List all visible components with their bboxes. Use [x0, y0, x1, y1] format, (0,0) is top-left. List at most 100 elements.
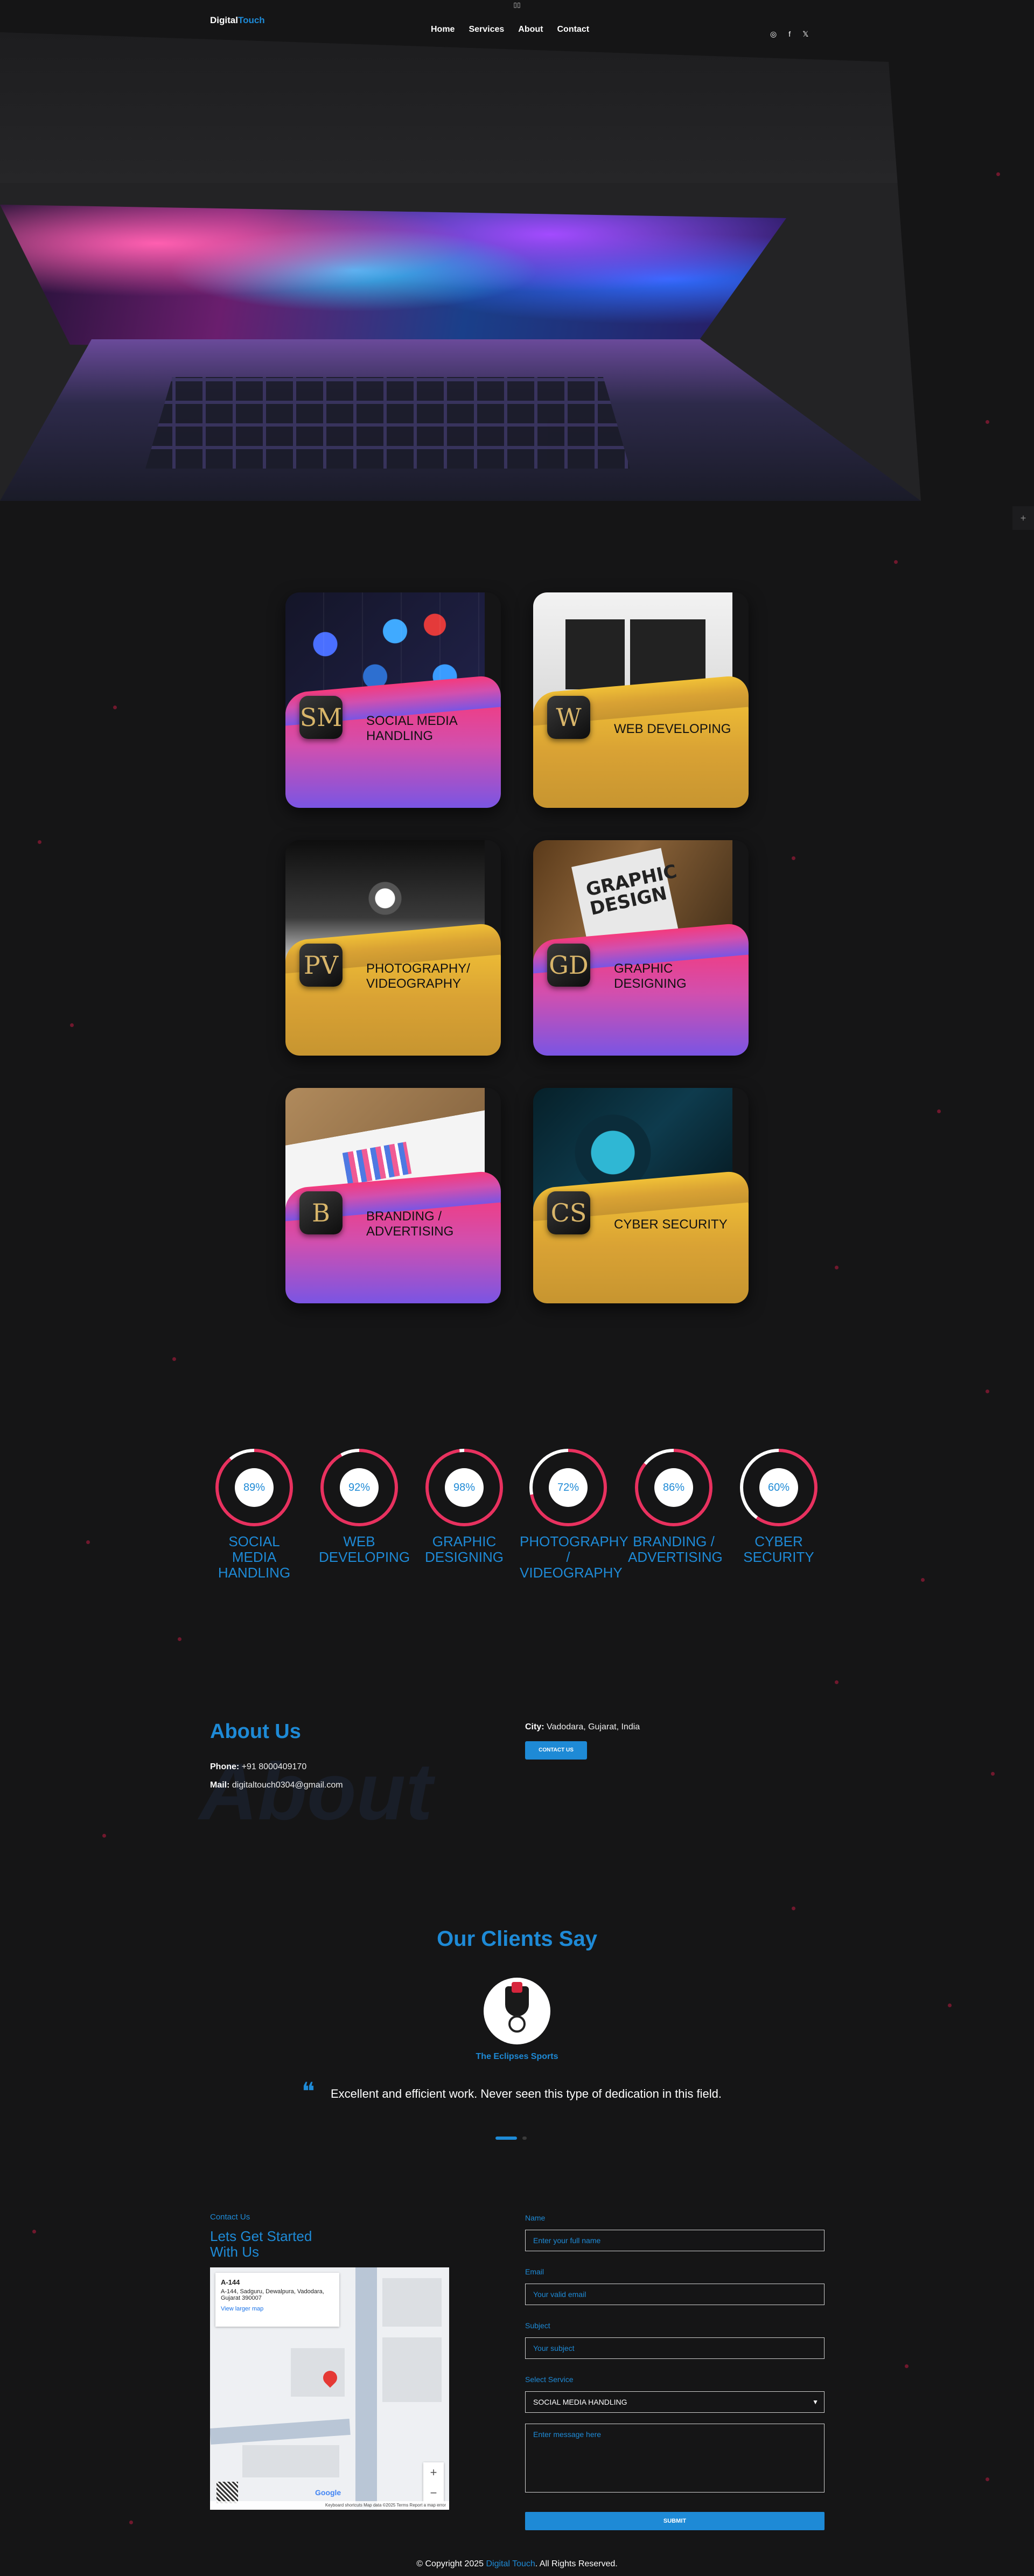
service-card-social-media[interactable]: SM SOCIAL MEDIA HANDLING [285, 592, 501, 808]
skill-percent: 86% [654, 1468, 693, 1507]
site-logo[interactable]: DigitalTouch [210, 15, 265, 26]
logo-main: Digital [210, 15, 238, 25]
client-avatar [484, 1978, 550, 2044]
google-logo: Google [315, 2488, 341, 2497]
subject-label: Subject [525, 2321, 550, 2330]
about-mail: Mail: digitaltouch0304@gmail.com [210, 1781, 343, 1790]
contact-eyebrow: Contact Us [210, 2212, 250, 2222]
zoom-out-icon[interactable]: − [423, 2483, 444, 2503]
map-zoom-controls[interactable]: + − [423, 2462, 444, 2503]
skill-cyber-security: 60% CYBER SECURITY [738, 1449, 819, 1565]
testimonials-title: Our Clients Say [437, 1927, 597, 1951]
submit-button[interactable]: SUBMIT [525, 2512, 825, 2530]
carousel-dot-active[interactable] [495, 2137, 517, 2140]
skill-percent: 98% [445, 1468, 484, 1507]
skill-name: BRANDING / ADVERTISING [628, 1533, 723, 1565]
location-map[interactable]: A-144 A-144, Sadguru, Dewalpura, Vadodar… [210, 2267, 449, 2510]
name-label: Name [525, 2214, 546, 2222]
skill-web-developing: 92% WEB DEVELOPING [319, 1449, 410, 1565]
hero-laptop-screen [0, 205, 786, 350]
about-title: About Us [210, 1720, 301, 1743]
message-field[interactable]: Enter message here [525, 2424, 825, 2493]
instagram-icon[interactable]: ◎ [770, 30, 777, 39]
service-card-branding[interactable]: B BRANDING / ADVERTISING [285, 1088, 501, 1303]
service-monogram-icon: SM [299, 696, 343, 739]
service-card-cyber-security[interactable]: CS CYBER SECURITY [533, 1088, 749, 1303]
about-watermark: About [199, 1746, 433, 1837]
skill-progress-ring: 98% [425, 1449, 503, 1526]
top-badge: ▯▯ [513, 1, 521, 9]
skill-name: SOCIAL MEDIA HANDLING [218, 1533, 291, 1581]
nav-contact[interactable]: Contact [557, 25, 590, 34]
map-footer: Keyboard shortcuts Map data ©2025 Terms … [210, 2501, 449, 2510]
nav-services[interactable]: Services [469, 25, 504, 34]
service-card-graphic-designing[interactable]: GRAPHIC DESIGN GD GRAPHIC DESIGNING [533, 840, 749, 1056]
contact-us-button[interactable]: CONTACT US [525, 1741, 587, 1760]
quote-icon: ❝ [302, 2077, 315, 2106]
nav-about[interactable]: About [518, 25, 543, 34]
zoom-in-icon[interactable]: + [423, 2462, 444, 2483]
side-expand-button[interactable]: + [1012, 506, 1034, 530]
map-place-title: A-144 [221, 2278, 240, 2286]
football-icon [508, 2015, 526, 2033]
hero-laptop-image [0, 32, 921, 501]
phone-value[interactable]: +91 8000409170 [242, 1762, 307, 1771]
service-monogram-icon: CS [547, 1191, 590, 1234]
map-larger-link[interactable]: View larger map [221, 2306, 334, 2312]
twitter-icon[interactable]: 𝕏 [802, 30, 808, 39]
name-field[interactable]: Enter your full name [525, 2230, 825, 2251]
city-value: Vadodara, Gujarat, India [547, 1722, 640, 1732]
service-monogram-icon: W [547, 696, 590, 739]
service-select-value: SOCIAL MEDIA HANDLING [533, 2398, 627, 2406]
service-card-web-developing[interactable]: W WEB DEVELOPING [533, 592, 749, 808]
footer-prefix: © Copyright 2025 [416, 2559, 486, 2568]
mail-value[interactable]: digitaltouch0304@gmail.com [232, 1781, 343, 1790]
service-label: BRANDING / ADVERTISING [366, 1209, 454, 1239]
chevron-down-icon: ▼ [812, 2398, 819, 2406]
map-place-address: A-144, Sadguru, Dewalpura, Vadodara, Guj… [221, 2288, 324, 2301]
footer-brand[interactable]: Digital Touch [486, 2559, 535, 2568]
service-select[interactable]: SOCIAL MEDIA HANDLING ▼ [525, 2391, 825, 2413]
service-label: CYBER SECURITY [614, 1217, 728, 1232]
subject-field[interactable]: Your subject [525, 2337, 825, 2359]
service-label: SOCIAL MEDIA HANDLING [366, 714, 457, 743]
carousel-dots [495, 2137, 527, 2140]
skill-progress-ring: 60% [740, 1449, 818, 1526]
main-nav: Home Services About Contact [431, 25, 589, 34]
carousel-dot[interactable] [522, 2137, 527, 2140]
skill-progress-ring: 86% [635, 1449, 712, 1526]
logo-accent: Touch [237, 15, 265, 25]
skill-name: GRAPHIC DESIGNING [425, 1533, 504, 1565]
service-monogram-icon: GD [547, 944, 590, 987]
skill-name: PHOTOGRAPHY / VIDEOGRAPHY [520, 1533, 628, 1581]
skill-photography: 72% PHOTOGRAPHY / VIDEOGRAPHY [520, 1449, 628, 1581]
about-city: City: Vadodara, Gujarat, India [525, 1722, 640, 1732]
site-header: ▯▯ DigitalTouch Home Services About Cont… [0, 0, 1034, 38]
skill-branding: 86% BRANDING / ADVERTISING [628, 1449, 723, 1565]
city-label: City: [525, 1722, 544, 1732]
skill-progress-ring: 92% [320, 1449, 398, 1526]
map-qr-icon [216, 2482, 238, 2503]
service-label: WEB DEVELOPING [614, 722, 731, 736]
social-links: ◎ f 𝕏 [770, 30, 808, 39]
hero-laptop-lid [0, 32, 921, 183]
skill-percent: 72% [549, 1468, 588, 1507]
service-monogram-icon: B [299, 1191, 343, 1234]
site-footer: © Copyright 2025 Digital Touch. All Righ… [0, 2559, 1034, 2569]
footer-suffix: . All Rights Reserved. [535, 2559, 618, 2568]
service-card-photography[interactable]: PV PHOTOGRAPHY/ VIDEOGRAPHY [285, 840, 501, 1056]
mail-label: Mail: [210, 1781, 230, 1790]
skill-graphic-designing: 98% GRAPHIC DESIGNING [424, 1449, 505, 1565]
nav-home[interactable]: Home [431, 25, 455, 34]
facebook-icon[interactable]: f [788, 30, 791, 39]
hero-laptop-keyboard [145, 377, 630, 469]
client-crest-logo [505, 1982, 529, 2016]
skill-percent: 60% [759, 1468, 798, 1507]
email-field[interactable]: Your valid email [525, 2284, 825, 2305]
service-label: PHOTOGRAPHY/ VIDEOGRAPHY [366, 961, 470, 991]
skill-name: WEB DEVELOPING [319, 1533, 410, 1565]
map-info-card: A-144 A-144, Sadguru, Dewalpura, Vadodar… [215, 2273, 339, 2327]
service-select-label: Select Service [525, 2375, 574, 2384]
skill-social-media: 89% SOCIAL MEDIA HANDLING [214, 1449, 295, 1581]
service-monogram-icon: PV [299, 944, 343, 987]
